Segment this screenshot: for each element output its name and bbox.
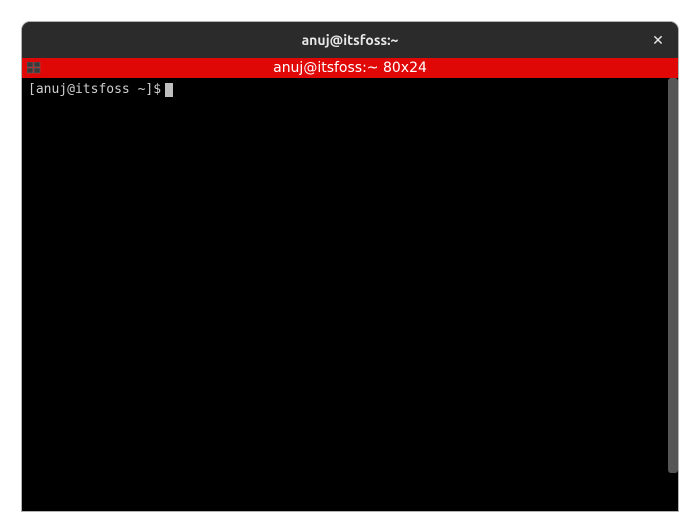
close-button[interactable]: ✕ (648, 30, 668, 50)
terminal-tab-icon[interactable] (26, 60, 42, 76)
shell-prompt: [anuj@itsfoss ~]$ (28, 82, 161, 98)
cursor (165, 83, 173, 97)
prompt-line: [anuj@itsfoss ~]$ (28, 82, 672, 98)
titlebar[interactable]: anuj@itsfoss:~ ✕ (22, 22, 678, 58)
terminal-window: anuj@itsfoss:~ ✕ anuj@itsfoss:~ 80x24 [a… (22, 22, 678, 511)
window-title: anuj@itsfoss:~ (302, 32, 399, 48)
tab-bar: anuj@itsfoss:~ 80x24 (22, 58, 678, 78)
close-icon: ✕ (652, 32, 664, 49)
scrollbar[interactable] (668, 78, 678, 473)
terminal-body[interactable]: [anuj@itsfoss ~]$ (22, 78, 678, 511)
tab-label[interactable]: anuj@itsfoss:~ 80x24 (273, 60, 427, 76)
